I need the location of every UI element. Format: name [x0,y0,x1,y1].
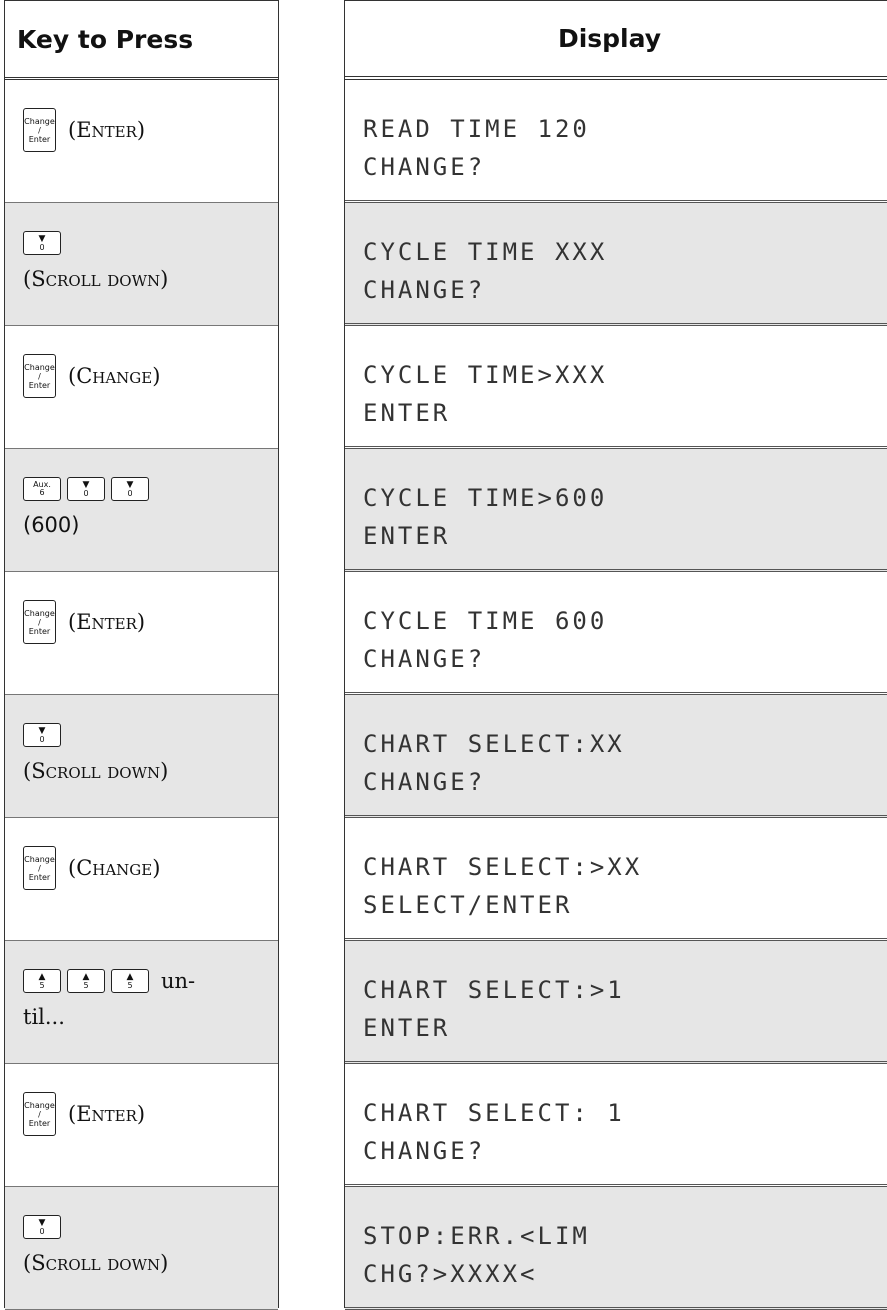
display-row: CHART SELECT: 1 CHANGE? [345,1064,887,1187]
key-action-label-continued: til... [23,1005,65,1029]
key-action-label: (Change) [68,364,161,388]
lcd-readout: CHART SELECT:>1 ENTER [363,976,625,1042]
lcd-readout: STOP:ERR.<LIM CHG?>XXXX< [363,1222,590,1288]
key-row: ▼ 0 (Scroll down) [5,1187,278,1310]
key-row: Change / Enter (Change) [5,326,278,449]
key-row: ▼ 0 (Scroll down) [5,695,278,818]
display-column-header: Display [345,0,887,80]
aux-6-key[interactable]: Aux. 6 [23,477,61,501]
zero-key[interactable]: ▼ 0 [111,477,149,501]
change-enter-key[interactable]: Change / Enter [23,1092,56,1136]
key-column-header: Key to Press [5,0,278,80]
lcd-readout: CHART SELECT:XX CHANGE? [363,730,625,796]
scroll-up-key[interactable]: ▲ 5 [111,969,149,993]
key-action-label: (Enter) [68,610,146,634]
display-row: CHART SELECT:>XX SELECT/ENTER [345,818,887,941]
scroll-up-key[interactable]: ▲ 5 [67,969,105,993]
key-action-label: (Enter) [68,118,146,142]
key-action-label: (Change) [68,856,161,880]
zero-key[interactable]: ▼ 0 [67,477,105,501]
lcd-readout: READ TIME 120 CHANGE? [363,115,590,181]
display-row: CYCLE TIME XXX CHANGE? [345,203,887,326]
display-row: CYCLE TIME 600 CHANGE? [345,572,887,695]
change-enter-key[interactable]: Change / Enter [23,354,56,398]
lcd-readout: CYCLE TIME 600 CHANGE? [363,607,608,673]
display-row: CHART SELECT:XX CHANGE? [345,695,887,818]
change-enter-key[interactable]: Change / Enter [23,108,56,152]
key-action-label: (Scroll down) [23,1251,169,1275]
key-action-label: (Scroll down) [23,759,169,783]
key-action-label: (Scroll down) [23,267,169,291]
display-column: Display READ TIME 120 CHANGE? CYCLE TIME … [344,0,887,1310]
scroll-up-key[interactable]: ▲ 5 [23,969,61,993]
lcd-readout: CYCLE TIME>XXX ENTER [363,361,608,427]
key-row: ▲ 5 ▲ 5 ▲ 5 un- til... [5,941,278,1064]
display-row: READ TIME 120 CHANGE? [345,80,887,203]
lcd-readout: CYCLE TIME XXX CHANGE? [363,238,608,304]
key-row: ▼ 0 (Scroll down) [5,203,278,326]
key-row: Aux. 6 ▼ 0 ▼ 0 (600) [5,449,278,572]
key-column: Key to Press Change / Enter (Enter) ▼ 0 … [4,0,279,1310]
key-action-label: (600) [23,513,80,537]
key-row: Change / Enter (Enter) [5,1064,278,1187]
key-row: Change / Enter (Change) [5,818,278,941]
lcd-readout: CHART SELECT:>XX SELECT/ENTER [363,853,643,919]
scroll-down-key[interactable]: ▼ 0 [23,723,61,747]
display-row: CYCLE TIME>XXX ENTER [345,326,887,449]
change-enter-key[interactable]: Change / Enter [23,846,56,890]
change-enter-key[interactable]: Change / Enter [23,600,56,644]
lcd-readout: CHART SELECT: 1 CHANGE? [363,1099,625,1165]
key-row: Change / Enter (Enter) [5,572,278,695]
lcd-readout: CYCLE TIME>600 ENTER [363,484,608,550]
display-row: CHART SELECT:>1 ENTER [345,941,887,1064]
display-row: STOP:ERR.<LIM CHG?>XXXX< [345,1187,887,1310]
scroll-down-key[interactable]: ▼ 0 [23,1215,61,1239]
scroll-down-key[interactable]: ▼ 0 [23,231,61,255]
display-row: CYCLE TIME>600 ENTER [345,449,887,572]
key-row: Change / Enter (Enter) [5,80,278,203]
key-action-label: (Enter) [68,1102,146,1126]
key-action-label: un- [161,969,196,993]
